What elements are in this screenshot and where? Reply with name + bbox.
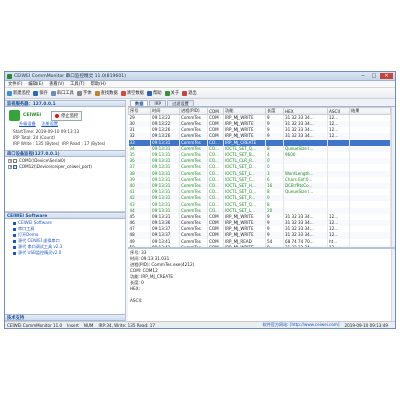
window-title: CEIWEI CommMonitor 串口监控精灵 11.0(819601): [14, 74, 126, 79]
detail-pane: 序号: 33 时间: 09:13:31.031 进程(PID): CommTes.e…: [128, 247, 395, 321]
about-button[interactable]: 关于: [164, 90, 179, 96]
font-button[interactable]: 字体: [76, 90, 92, 96]
status-bar: CEIWEI CommMonitor 11.0 Insert NUM IRP:3…: [5, 321, 395, 328]
clear-data-button[interactable]: 清空数据: [120, 90, 144, 96]
serial-tool-button[interactable]: 串口工具: [50, 90, 74, 96]
tab-data[interactable]: 数据: [130, 100, 149, 106]
menu-edit[interactable]: 编辑(E): [28, 81, 43, 87]
main-area: 监视服务器：127.0.0.1 CEIWEI 停止监控 升级设备 注册设置 St…: [5, 100, 395, 321]
table-header: 序号 时间 进程(PID) COM 功能 长度 HEX ASCII 结果: [128, 107, 391, 115]
software-list: CEIWEI Software 串口工具 打开Demo 源代 CEIWEI 虚拟…: [5, 219, 125, 256]
tab-irp[interactable]: IRP: [149, 100, 167, 106]
column-header[interactable]: 进程(PID): [179, 107, 208, 115]
device-name: CEIWEI: [23, 113, 42, 118]
left-panel: 监视服务器：127.0.0.1 CEIWEI 停止监控 升级设备 注册设置 St…: [5, 100, 126, 321]
bullet-icon: [13, 239, 16, 243]
column-header[interactable]: ASCII: [327, 107, 350, 115]
right-panel: 数据 IRP 过滤设置 序号 时间 进程(PID) COM 功能 长度 HEX ASCII 结果…: [128, 100, 395, 321]
software-item[interactable]: 源代 USB监控精灵v2.0: [5, 250, 125, 256]
exit-button[interactable]: 退出: [182, 90, 197, 96]
port-com12[interactable]: + COM12(\Device\ceiper_ceiwei_port): [5, 164, 125, 170]
minimize-button[interactable]: ─: [358, 73, 368, 79]
status-num: NUM: [83, 322, 94, 328]
bullet-icon: [13, 233, 16, 237]
maximize-button[interactable]: □: [369, 73, 379, 79]
column-header[interactable]: 时间: [150, 107, 180, 115]
port-com1-checkbox[interactable]: [13, 159, 17, 163]
expand-icon[interactable]: +: [8, 165, 12, 169]
save-button[interactable]: 保存: [33, 90, 48, 96]
port-tree: + COM1(\Device\Serial0) + COM12(\Device\…: [5, 157, 125, 212]
bullet-icon: [13, 245, 16, 249]
binoculars-icon: [94, 90, 100, 96]
tab-filter[interactable]: 过滤设置: [167, 100, 194, 106]
detail-scrollbar[interactable]: [391, 249, 395, 321]
font-icon: [76, 90, 82, 96]
register-link[interactable]: 注册设置: [41, 121, 58, 126]
table-container: 序号 时间 进程(PID) COM 功能 长度 HEX ASCII 结果 29 09:13:22 C…: [128, 107, 391, 247]
column-header[interactable]: HEX: [283, 107, 328, 115]
column-header[interactable]: 功能: [223, 107, 266, 115]
bullet-icon: [13, 227, 16, 231]
exit-icon: [182, 90, 188, 96]
column-header[interactable]: 长度: [265, 107, 284, 115]
clear-icon: [120, 90, 126, 96]
find-data-button[interactable]: 查找数据: [94, 90, 118, 96]
close-button[interactable]: ✕: [380, 73, 393, 79]
save-icon: [33, 90, 39, 96]
main-window: CEIWEI CommMonitor 串口监控精灵 11.0(819601) ─…: [4, 71, 396, 329]
help-icon: [146, 90, 152, 96]
toolbar: 新建监控 保存 串口工具 字体 查找数据 清空数据 帮助 关于 退出: [5, 88, 395, 99]
column-header[interactable]: 结果: [349, 107, 391, 115]
serial-tool-icon: [50, 90, 56, 96]
record-dot-icon: [55, 113, 60, 118]
status-insert: Insert: [67, 322, 79, 328]
title-bar: CEIWEI CommMonitor 串口监控精灵 11.0(819601) ─…: [5, 72, 395, 81]
port-com12-checkbox[interactable]: [13, 164, 17, 170]
table-scrollbar[interactable]: [391, 107, 395, 247]
ceiwei-logo-icon: [9, 110, 20, 121]
app-icon: [7, 73, 12, 79]
bullet-icon: [13, 221, 16, 225]
info-icon: [164, 90, 170, 96]
new-monitor-icon: [7, 90, 12, 96]
data-table: 序号 时间 进程(PID) COM 功能 长度 HEX ASCII 结果 29 09:13:22 C…: [128, 107, 391, 247]
tab-bar: 数据 IRP 过滤设置: [128, 100, 395, 107]
bullet-icon: [13, 251, 16, 255]
link-row: 升级设备 注册设置: [5, 121, 125, 127]
expand-icon[interactable]: +: [8, 159, 12, 163]
menu-view[interactable]: 查看(V): [49, 81, 64, 87]
column-header[interactable]: 序号: [128, 107, 151, 115]
status-app-name: CEIWEI CommMonitor 11.0: [7, 322, 63, 328]
column-header[interactable]: COM: [207, 107, 224, 115]
stop-monitor-button[interactable]: 停止监控: [51, 110, 83, 121]
menu-help[interactable]: 帮助(H): [91, 81, 106, 87]
table-body: 29 09:13:22 CommTes COM IRP_MJ_WRITE 9 31 32 3…: [128, 114, 391, 247]
menu-file[interactable]: 文件(F): [8, 81, 22, 87]
new-monitor-button[interactable]: 新建监控: [7, 90, 30, 96]
help-button[interactable]: 帮助: [146, 90, 162, 96]
software-header: CEIWEI Software: [5, 212, 125, 219]
status-header: 监视服务器：127.0.0.1: [5, 100, 125, 107]
detail-line: ASCII:: [130, 298, 143, 303]
menu-tools[interactable]: 工具(T): [70, 81, 85, 87]
tech-support-header: 技术支持: [5, 314, 125, 321]
upgrade-link[interactable]: 升级设备: [19, 121, 36, 126]
status-counts: IRP:34, Write: 135 Read: 17: [98, 322, 155, 328]
status-website-link[interactable]: 软件官方网站: [http://www.ceiwei.com]: [263, 322, 340, 328]
status-time: 2019-09-10 09:13:49: [344, 322, 388, 328]
menu-bar: 文件(F) 编辑(E) 查看(V) 工具(T) 帮助(H): [5, 81, 395, 88]
ports-header: 串口设备监视(127.0.0.1): [5, 150, 125, 157]
